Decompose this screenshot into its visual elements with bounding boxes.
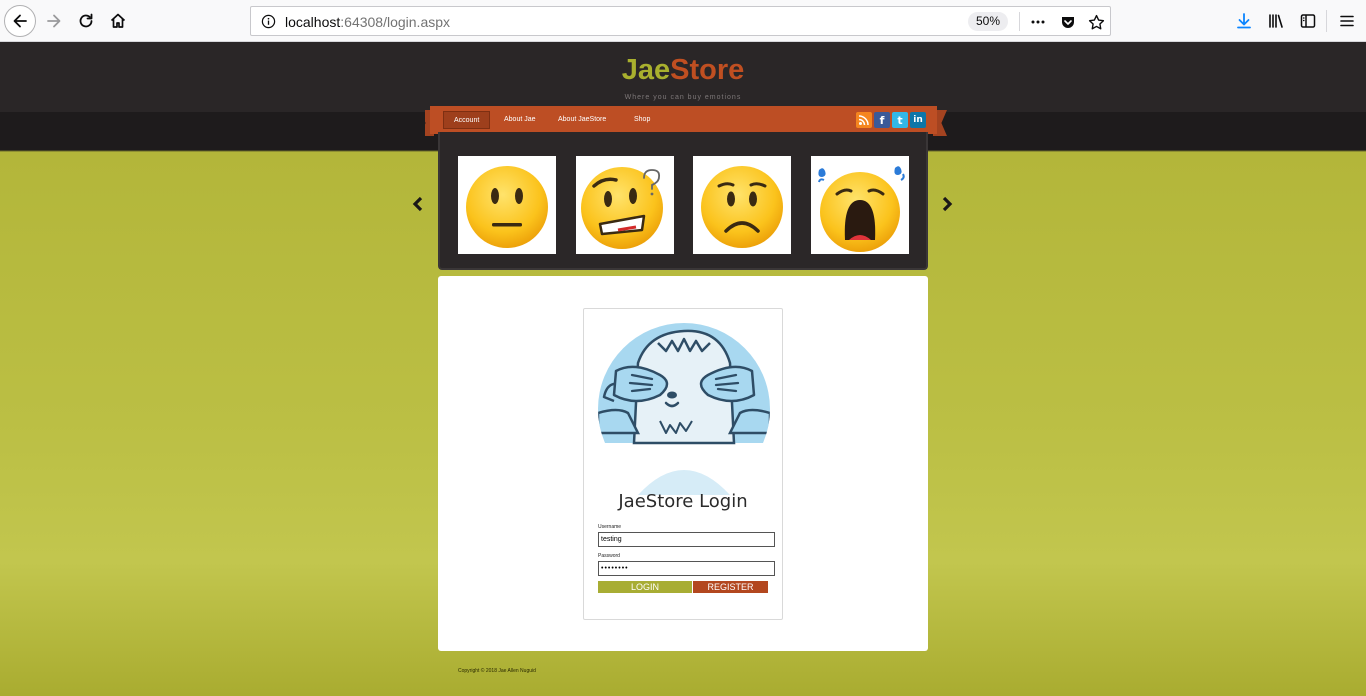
zoom-indicator[interactable]: 50% — [968, 12, 1008, 31]
yeti-mascot-icon — [598, 323, 770, 495]
facebook-icon[interactable]: f — [874, 112, 890, 128]
confused-face-icon — [581, 167, 663, 249]
nav-about-jaestore[interactable]: About JaeStore — [548, 111, 616, 129]
footer-copyright: Copyright © 2018 Jae Allen Nuguid — [458, 668, 536, 674]
rss-icon[interactable] — [856, 112, 872, 128]
password-label: Password — [598, 553, 620, 559]
carousel-next-icon[interactable] — [940, 194, 954, 218]
logo-store: Store — [670, 54, 745, 86]
product-confused-face[interactable] — [576, 156, 674, 254]
carousel-prev-icon[interactable] — [411, 194, 425, 218]
back-button[interactable] — [4, 5, 36, 37]
username-input[interactable]: testing — [598, 532, 775, 547]
logo-jae: Jae — [621, 54, 671, 86]
reload-button[interactable] — [72, 7, 100, 35]
library-icon[interactable] — [1266, 11, 1286, 31]
arrow-left-icon — [13, 14, 27, 28]
product-sad-face[interactable] — [693, 156, 791, 254]
bookmark-star-icon[interactable] — [1087, 13, 1105, 31]
address-bar[interactable]: localhost:64308/login.aspx 50% — [250, 6, 1111, 36]
more-actions-icon[interactable] — [1029, 13, 1047, 31]
login-title: JaeStore Login — [618, 491, 748, 512]
forward-button[interactable] — [40, 7, 68, 35]
product-crying-face[interactable] — [811, 156, 909, 254]
download-icon[interactable] — [1234, 11, 1254, 31]
nav-about-jae[interactable]: About Jae — [494, 111, 546, 129]
username-label: Username — [598, 524, 622, 530]
nav-shop[interactable]: Shop — [624, 111, 660, 129]
home-button[interactable] — [104, 7, 132, 35]
product-neutral-face[interactable] — [458, 156, 556, 254]
site-logo[interactable]: JaeStore — [0, 54, 1366, 87]
linkedin-icon[interactable]: in — [910, 112, 926, 128]
register-button[interactable]: REGISTER — [693, 581, 768, 593]
toolbar-divider — [1326, 10, 1327, 32]
site-tagline: Where you can buy emotions — [624, 94, 742, 101]
twitter-icon[interactable]: t — [892, 112, 908, 128]
info-icon[interactable] — [261, 14, 276, 29]
password-input[interactable]: •••••••• — [598, 561, 775, 576]
sad-face-icon — [701, 166, 783, 248]
crying-face-icon — [818, 166, 905, 252]
url-text[interactable]: localhost:64308/login.aspx — [285, 14, 450, 30]
hamburger-menu-icon[interactable] — [1337, 11, 1357, 31]
url-divider — [1019, 12, 1020, 31]
main-nav: Account About Jae About JaeStore Shop f … — [430, 106, 937, 134]
url-host: localhost — [285, 14, 341, 30]
arrow-right-icon — [47, 14, 61, 28]
sidebar-icon[interactable] — [1298, 11, 1318, 31]
reload-icon — [79, 13, 93, 28]
nav-account[interactable]: Account — [443, 111, 491, 129]
home-icon — [110, 13, 126, 28]
page-content: JaeStore Where you can buy emotions Acco… — [0, 42, 1366, 696]
neutral-face-icon — [466, 166, 548, 248]
pocket-icon[interactable] — [1059, 13, 1077, 31]
login-button[interactable]: LOGIN — [598, 581, 692, 593]
url-path: :64308/login.aspx — [340, 14, 451, 30]
emoji-carousel — [438, 132, 928, 270]
browser-toolbar: localhost:64308/login.aspx 50% — [0, 0, 1366, 42]
login-card: JaeStore Login Username testing Password… — [583, 308, 783, 620]
content-panel: JaeStore Login Username testing Password… — [438, 276, 928, 651]
